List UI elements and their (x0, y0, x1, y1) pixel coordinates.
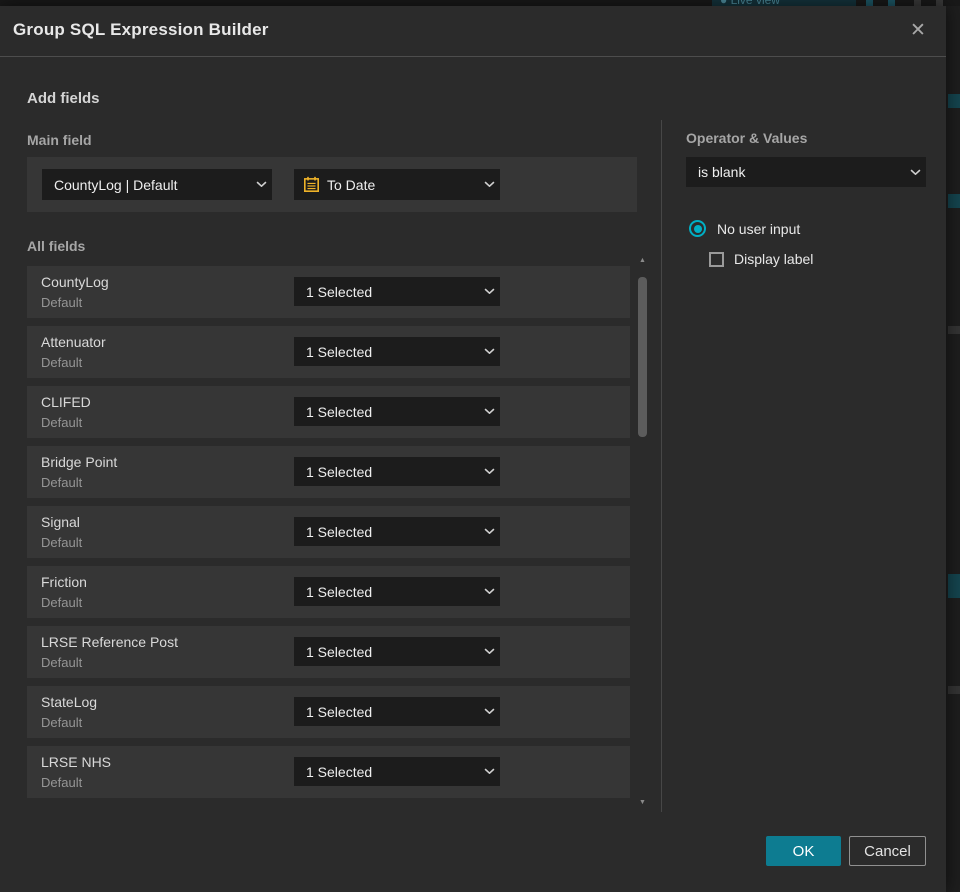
field-subtitle: Default (41, 775, 83, 790)
chevron-down-icon (478, 768, 500, 775)
backdrop-fragment (948, 326, 960, 334)
field-selected-dropdown[interactable]: 1 Selected (294, 277, 500, 306)
field-row: LRSE Reference Post Default 1 Selected (27, 626, 630, 678)
field-selected-dropdown[interactable]: 1 Selected (294, 697, 500, 726)
no-user-input-radio[interactable]: No user input (689, 220, 800, 237)
chevron-down-icon (478, 408, 500, 415)
field-subtitle: Default (41, 295, 83, 310)
field-name: CountyLog (41, 274, 109, 290)
field-name: CLIFED (41, 394, 91, 410)
ok-button[interactable]: OK (766, 836, 841, 866)
close-icon[interactable]: ✕ (906, 19, 930, 43)
chevron-down-icon (478, 348, 500, 355)
panel-divider (661, 120, 662, 812)
chevron-down-icon (904, 169, 926, 176)
field-subtitle: Default (41, 595, 83, 610)
main-field-type-select[interactable]: To Date (294, 169, 500, 200)
add-fields-heading: Add fields (27, 90, 100, 107)
dialog-title: Group SQL Expression Builder (13, 20, 269, 39)
operator-values-heading: Operator & Values (686, 130, 808, 146)
field-selected-value: 1 Selected (306, 523, 373, 540)
field-row: StateLog Default 1 Selected (27, 686, 630, 738)
backdrop-fragment (948, 574, 960, 598)
field-selected-dropdown[interactable]: 1 Selected (294, 457, 500, 486)
chevron-down-icon (478, 708, 500, 715)
field-subtitle: Default (41, 415, 83, 430)
field-subtitle: Default (41, 355, 83, 370)
field-selected-value: 1 Selected (306, 763, 373, 780)
operator-select-value: is blank (698, 164, 746, 180)
backdrop-fragment (948, 686, 960, 694)
field-subtitle: Default (41, 475, 83, 490)
field-subtitle: Default (41, 715, 83, 730)
field-subtitle: Default (41, 535, 83, 550)
backdrop-right-strip (946, 6, 960, 892)
field-name: StateLog (41, 694, 98, 710)
field-row: Friction Default 1 Selected (27, 566, 630, 618)
chevron-down-icon (478, 468, 500, 475)
display-label-label: Display label (734, 251, 814, 267)
title-divider (0, 56, 946, 57)
main-field-label: Main field (27, 132, 92, 148)
radio-selected-icon (689, 220, 706, 237)
field-name: Bridge Point (41, 454, 118, 470)
field-name: Friction (41, 574, 87, 590)
field-name: Signal (41, 514, 80, 530)
field-row: CLIFED Default 1 Selected (27, 386, 630, 438)
chevron-down-icon (250, 181, 272, 188)
field-selected-dropdown[interactable]: 1 Selected (294, 337, 500, 366)
field-name: Attenuator (41, 334, 106, 350)
chevron-down-icon (478, 588, 500, 595)
group-sql-expression-builder-dialog: Group SQL Expression Builder ✕ Add field… (0, 6, 946, 892)
dialog-footer: OK Cancel (0, 836, 946, 866)
field-row: Bridge Point Default 1 Selected (27, 446, 630, 498)
field-row: Signal Default 1 Selected (27, 506, 630, 558)
scroll-down-icon[interactable]: ▼ (636, 798, 649, 808)
main-field-box: CountyLog | Default To Date (27, 157, 637, 212)
no-user-input-label: No user input (717, 220, 801, 237)
main-field-type-value: To Date (327, 176, 376, 193)
main-field-select-value: CountyLog | Default (54, 176, 178, 193)
field-selected-value: 1 Selected (306, 403, 373, 420)
backdrop-fragment (948, 94, 960, 108)
chevron-down-icon (478, 181, 500, 188)
field-selected-dropdown[interactable]: 1 Selected (294, 637, 500, 666)
all-fields-label: All fields (27, 238, 86, 254)
calendar-icon (303, 176, 320, 193)
list-scrollbar: ▲ ▼ (636, 256, 649, 808)
screen: ● Live view Group SQL Expression Builder… (0, 0, 960, 892)
chevron-down-icon (478, 648, 500, 655)
main-field-select[interactable]: CountyLog | Default (42, 169, 272, 200)
field-row: LRSE NHS Default 1 Selected (27, 746, 630, 798)
field-selected-value: 1 Selected (306, 343, 373, 360)
field-selected-value: 1 Selected (306, 463, 373, 480)
scroll-up-icon[interactable]: ▲ (636, 256, 649, 266)
backdrop-fragment (948, 194, 960, 208)
field-selected-dropdown[interactable]: 1 Selected (294, 397, 500, 426)
field-name: LRSE NHS (41, 754, 112, 770)
field-row: CountyLog Default 1 Selected (27, 266, 630, 318)
field-subtitle: Default (41, 655, 83, 670)
cancel-button[interactable]: Cancel (849, 836, 926, 866)
chevron-down-icon (478, 288, 500, 295)
operator-select[interactable]: is blank (686, 157, 926, 187)
field-selected-dropdown[interactable]: 1 Selected (294, 577, 500, 606)
checkbox-unchecked-icon (709, 251, 724, 267)
dialog-titlebar: Group SQL Expression Builder ✕ (0, 6, 946, 56)
display-label-checkbox[interactable]: Display label (709, 251, 813, 267)
field-selected-dropdown[interactable]: 1 Selected (294, 757, 500, 786)
chevron-down-icon (478, 528, 500, 535)
field-name: LRSE Reference Post (41, 634, 178, 650)
field-selected-value: 1 Selected (306, 703, 373, 720)
all-fields-list: CountyLog Default 1 Selected Attenuator … (27, 266, 630, 806)
field-selected-dropdown[interactable]: 1 Selected (294, 517, 500, 546)
field-selected-value: 1 Selected (306, 583, 373, 600)
field-selected-value: 1 Selected (306, 283, 373, 300)
field-row: Attenuator Default 1 Selected (27, 326, 630, 378)
scrollbar-thumb[interactable] (638, 277, 647, 437)
field-selected-value: 1 Selected (306, 643, 373, 660)
